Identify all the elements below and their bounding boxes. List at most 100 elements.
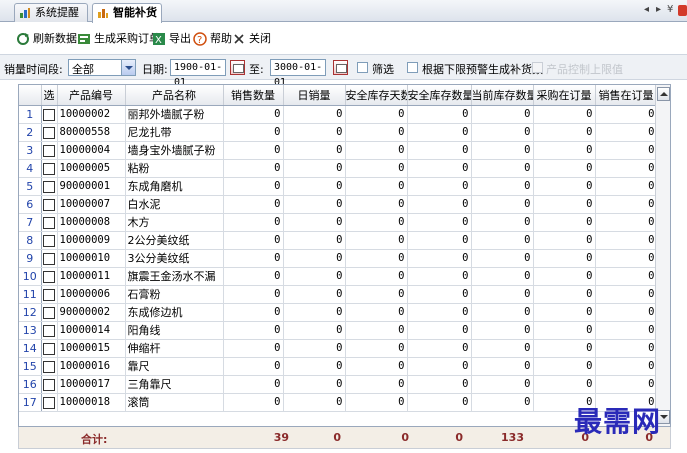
tab-prev-icon[interactable]: ◂ bbox=[644, 4, 649, 15]
product-code-cell[interactable]: 10000009 bbox=[57, 231, 126, 250]
sales-qty-cell[interactable]: 0 bbox=[223, 231, 284, 250]
product-code-cell[interactable]: 10000005 bbox=[57, 159, 126, 178]
product-name-cell[interactable]: 伸缩杆 bbox=[125, 339, 224, 358]
daily-sales-cell[interactable]: 0 bbox=[283, 267, 346, 286]
tab-system-reminder[interactable]: 系统提醒 bbox=[14, 3, 88, 22]
safety-qty-cell[interactable]: 0 bbox=[407, 141, 472, 160]
table-row[interactable]: 9 10000010 3公分美纹纸 0 0 0 0 0 0 0 bbox=[19, 249, 658, 268]
safety-days-cell[interactable]: 0 bbox=[345, 321, 408, 340]
product-code-cell[interactable]: 10000007 bbox=[57, 195, 126, 214]
safety-days-cell[interactable]: 0 bbox=[345, 303, 408, 322]
sales-qty-cell[interactable]: 0 bbox=[223, 339, 284, 358]
safety-qty-cell[interactable]: 0 bbox=[407, 213, 472, 232]
sales-qty-cell[interactable]: 0 bbox=[223, 141, 284, 160]
safety-qty-cell[interactable]: 0 bbox=[407, 123, 472, 142]
daily-sales-cell[interactable]: 0 bbox=[283, 177, 346, 196]
current-stock-cell[interactable]: 0 bbox=[471, 141, 534, 160]
scroll-up-icon[interactable] bbox=[657, 87, 670, 101]
close-button[interactable]: 关闭 bbox=[232, 30, 271, 48]
safety-qty-cell[interactable]: 0 bbox=[407, 159, 472, 178]
product-name-cell[interactable]: 2公分美纹纸 bbox=[125, 231, 224, 250]
sales-on-order-cell[interactable]: 0 bbox=[595, 177, 658, 196]
current-stock-cell[interactable]: 0 bbox=[471, 303, 534, 322]
purchase-on-order-cell[interactable]: 0 bbox=[533, 123, 596, 142]
sales-on-order-cell[interactable]: 0 bbox=[595, 123, 658, 142]
daily-sales-cell[interactable]: 0 bbox=[283, 231, 346, 250]
purchase-on-order-cell[interactable]: 0 bbox=[533, 213, 596, 232]
safety-qty-cell[interactable]: 0 bbox=[407, 321, 472, 340]
product-name-cell[interactable]: 东成角磨机 bbox=[125, 177, 224, 196]
safety-days-cell[interactable]: 0 bbox=[345, 141, 408, 160]
sales-on-order-cell[interactable]: 0 bbox=[595, 375, 658, 394]
daily-sales-cell[interactable]: 0 bbox=[283, 123, 346, 142]
product-code-cell[interactable]: 10000018 bbox=[57, 393, 126, 412]
table-row[interactable]: 16 10000017 三角靠尺 0 0 0 0 0 0 0 bbox=[19, 375, 658, 394]
safety-days-cell[interactable]: 0 bbox=[345, 393, 408, 412]
header-name[interactable]: 产品名称 bbox=[125, 85, 224, 106]
current-stock-cell[interactable]: 0 bbox=[471, 321, 534, 340]
current-stock-cell[interactable]: 0 bbox=[471, 213, 534, 232]
safety-days-cell[interactable]: 0 bbox=[345, 105, 408, 124]
safety-qty-cell[interactable]: 0 bbox=[407, 357, 472, 376]
sales-on-order-cell[interactable]: 0 bbox=[595, 321, 658, 340]
table-row[interactable]: 7 10000008 木方 0 0 0 0 0 0 0 bbox=[19, 213, 658, 232]
daily-sales-cell[interactable]: 0 bbox=[283, 375, 346, 394]
table-row[interactable]: 2 80000558 尼龙扎带 0 0 0 0 0 0 0 bbox=[19, 123, 658, 142]
safety-days-cell[interactable]: 0 bbox=[345, 249, 408, 268]
product-code-cell[interactable]: 10000004 bbox=[57, 141, 126, 160]
row-checkbox[interactable] bbox=[43, 342, 55, 355]
tab-close-icon[interactable] bbox=[678, 5, 687, 16]
table-row[interactable]: 15 10000016 靠尺 0 0 0 0 0 0 0 bbox=[19, 357, 658, 376]
sales-on-order-cell[interactable]: 0 bbox=[595, 105, 658, 124]
header-safety-days[interactable]: 安全库存天数 bbox=[345, 85, 408, 106]
safety-qty-cell[interactable]: 0 bbox=[407, 339, 472, 358]
purchase-on-order-cell[interactable]: 0 bbox=[533, 339, 596, 358]
safety-days-cell[interactable]: 0 bbox=[345, 339, 408, 358]
product-name-cell[interactable]: 三角靠尺 bbox=[125, 375, 224, 394]
daily-sales-cell[interactable]: 0 bbox=[283, 357, 346, 376]
purchase-on-order-cell[interactable]: 0 bbox=[533, 249, 596, 268]
safety-days-cell[interactable]: 0 bbox=[345, 285, 408, 304]
sales-qty-cell[interactable]: 0 bbox=[223, 267, 284, 286]
safety-days-cell[interactable]: 0 bbox=[345, 213, 408, 232]
table-row[interactable]: 11 10000006 石膏粉 0 0 0 0 0 0 0 bbox=[19, 285, 658, 304]
daily-sales-cell[interactable]: 0 bbox=[283, 339, 346, 358]
current-stock-cell[interactable]: 0 bbox=[471, 285, 534, 304]
row-checkbox[interactable] bbox=[43, 144, 55, 157]
header-code[interactable]: 产品编号 bbox=[57, 85, 126, 106]
product-name-cell[interactable]: 东成修边机 bbox=[125, 303, 224, 322]
safety-qty-cell[interactable]: 0 bbox=[407, 285, 472, 304]
sales-on-order-cell[interactable]: 0 bbox=[595, 285, 658, 304]
product-name-cell[interactable]: 丽邦外墙腻子粉 bbox=[125, 105, 224, 124]
screen-checkbox[interactable] bbox=[357, 62, 368, 73]
period-select[interactable]: 全部 bbox=[68, 59, 136, 76]
help-button[interactable]: ? 帮助 bbox=[193, 30, 232, 48]
product-code-cell[interactable]: 90000002 bbox=[57, 303, 126, 322]
row-checkbox[interactable] bbox=[43, 108, 55, 121]
purchase-on-order-cell[interactable]: 0 bbox=[533, 267, 596, 286]
current-stock-cell[interactable]: 0 bbox=[471, 375, 534, 394]
safety-days-cell[interactable]: 0 bbox=[345, 231, 408, 250]
daily-sales-cell[interactable]: 0 bbox=[283, 393, 346, 412]
calendar-icon[interactable] bbox=[333, 60, 348, 75]
current-stock-cell[interactable]: 0 bbox=[471, 123, 534, 142]
current-stock-cell[interactable]: 0 bbox=[471, 105, 534, 124]
safety-days-cell[interactable]: 0 bbox=[345, 267, 408, 286]
sales-qty-cell[interactable]: 0 bbox=[223, 303, 284, 322]
current-stock-cell[interactable]: 0 bbox=[471, 339, 534, 358]
sales-qty-cell[interactable]: 0 bbox=[223, 159, 284, 178]
row-checkbox[interactable] bbox=[43, 252, 55, 265]
table-row[interactable]: 5 90000001 东成角磨机 0 0 0 0 0 0 0 bbox=[19, 177, 658, 196]
purchase-on-order-cell[interactable]: 0 bbox=[533, 285, 596, 304]
sales-qty-cell[interactable]: 0 bbox=[223, 123, 284, 142]
product-code-cell[interactable]: 80000558 bbox=[57, 123, 126, 142]
product-code-cell[interactable]: 10000011 bbox=[57, 267, 126, 286]
product-code-cell[interactable]: 10000006 bbox=[57, 285, 126, 304]
table-row[interactable]: 12 90000002 东成修边机 0 0 0 0 0 0 0 bbox=[19, 303, 658, 322]
generate-purchase-order-button[interactable]: 生成采购订单 bbox=[77, 30, 160, 48]
sales-qty-cell[interactable]: 0 bbox=[223, 105, 284, 124]
safety-days-cell[interactable]: 0 bbox=[345, 357, 408, 376]
current-stock-cell[interactable]: 0 bbox=[471, 267, 534, 286]
product-code-cell[interactable]: 10000017 bbox=[57, 375, 126, 394]
tab-smart-replenish[interactable]: 智能补货 bbox=[92, 3, 162, 23]
